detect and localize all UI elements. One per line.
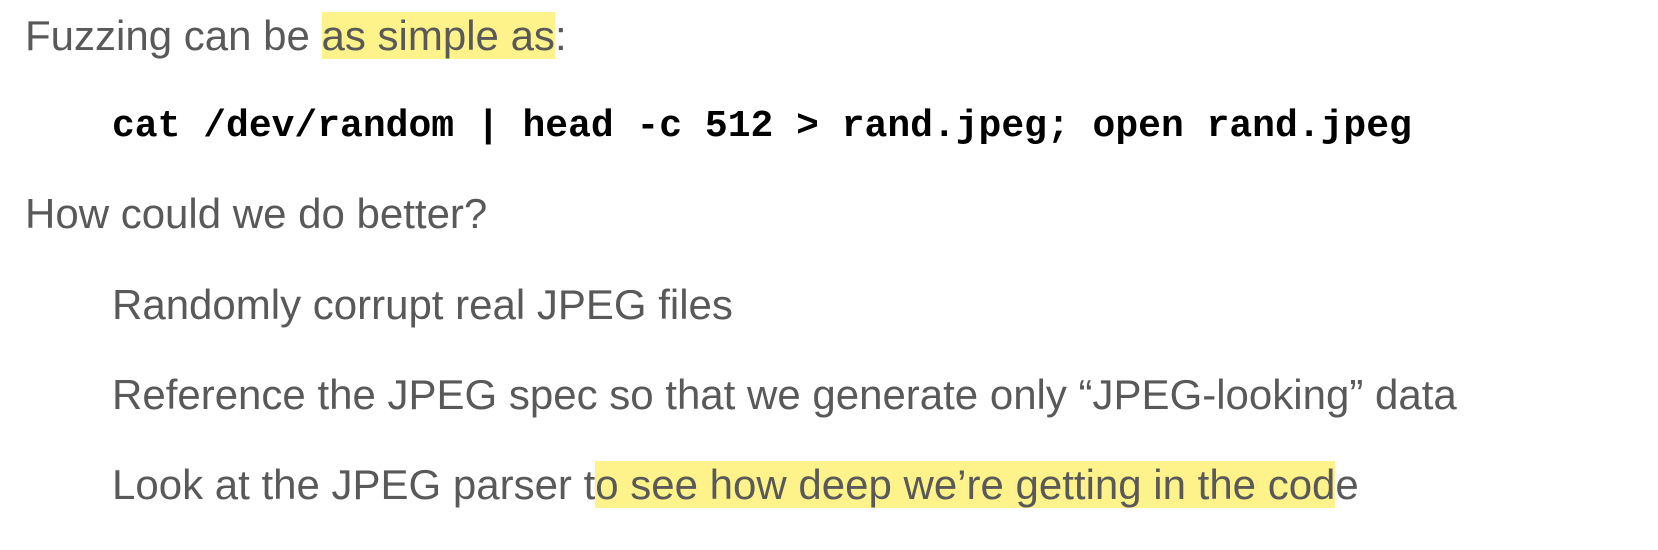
intro-colon: :	[554, 12, 567, 59]
bullet-parser-text: Look at the JPEG parser t	[112, 461, 596, 508]
slide: Fuzzing can be as simple as: cat /dev/ra…	[0, 0, 1658, 550]
intro-text: Fuzzing can be	[25, 12, 322, 59]
bullet-parser-tail: e	[1335, 461, 1359, 508]
intro-line: Fuzzing can be as simple as:	[25, 11, 567, 61]
intro-highlight: as simple as	[321, 12, 555, 59]
question-line: How could we do better?	[25, 190, 488, 237]
command-line: cat /dev/random | head -c 512 > rand.jpe…	[112, 105, 1412, 148]
bullet-parser-coverage: Look at the JPEG parser to see how deep …	[112, 460, 1359, 510]
bullet-corrupt-files: Randomly corrupt real JPEG files	[112, 281, 733, 328]
bullet-jpeg-spec: Reference the JPEG spec so that we gener…	[112, 371, 1457, 418]
bullet-parser-highlight: o see how deep we’re getting in the cod	[595, 461, 1336, 508]
